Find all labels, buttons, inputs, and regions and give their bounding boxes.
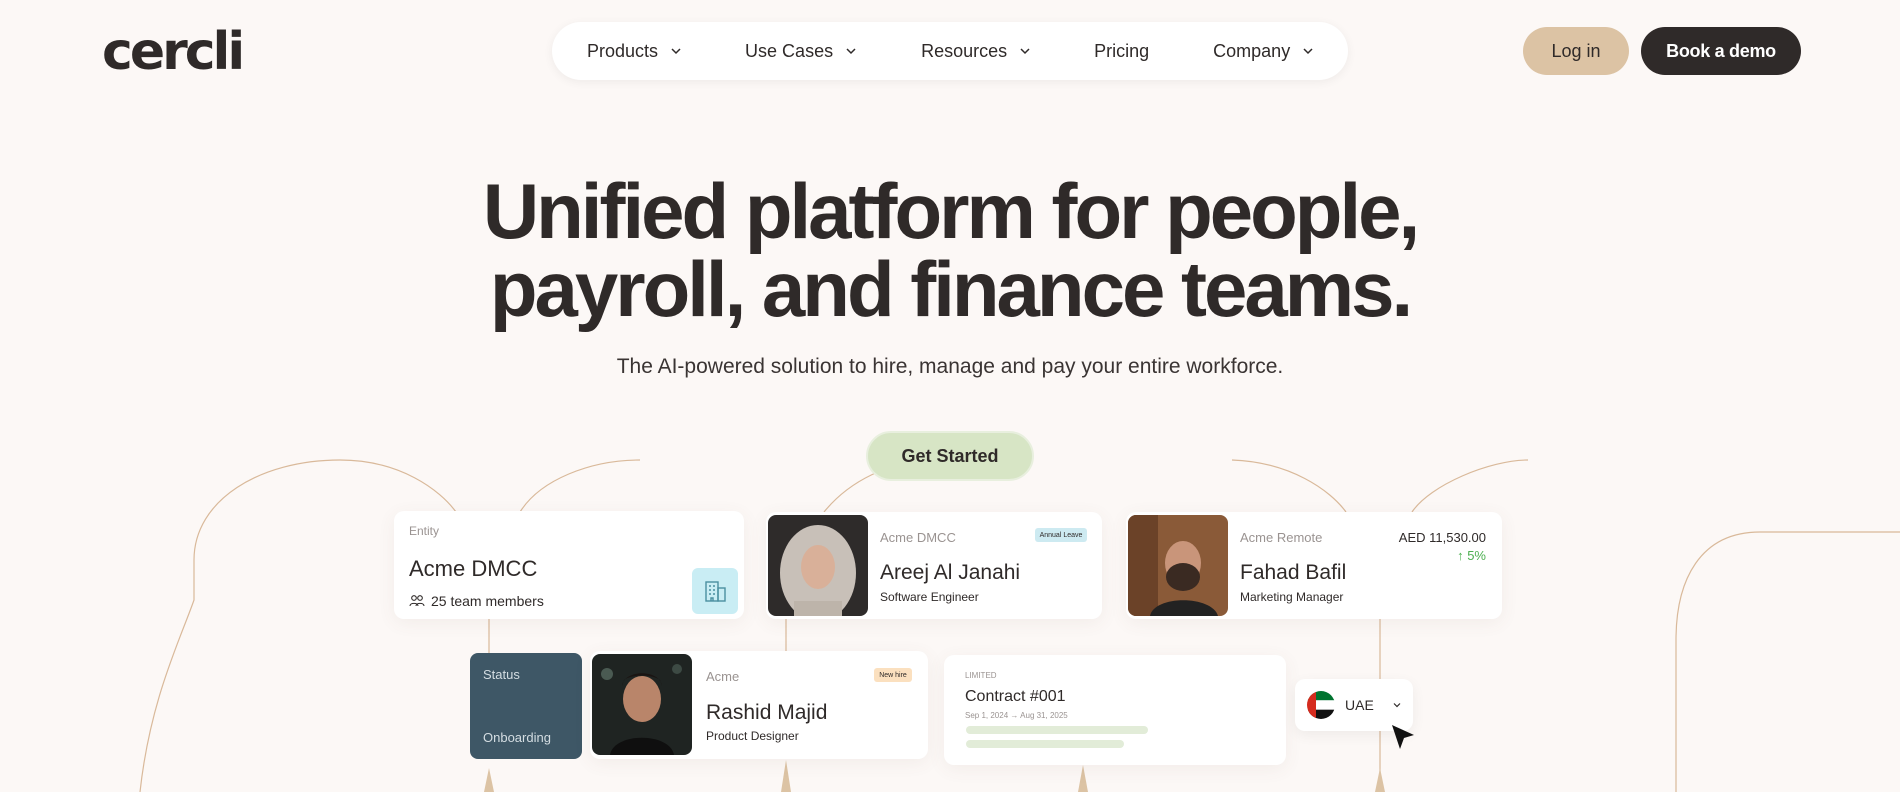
nav-item-label: Pricing bbox=[1094, 40, 1150, 61]
salary-amount: AED 11,530.00 bbox=[1398, 530, 1486, 545]
hero-title-line1: Unified platform for people, bbox=[482, 167, 1420, 255]
nav-item-use-cases[interactable]: Use Cases bbox=[745, 22, 858, 80]
nav-item-resources[interactable]: Resources bbox=[921, 22, 1032, 80]
contract-placeholder-bar bbox=[966, 740, 1124, 748]
salary-change: ↑ 5% bbox=[1457, 548, 1486, 563]
chevron-down-icon bbox=[1303, 48, 1313, 55]
status-card: Status Onboarding bbox=[470, 653, 582, 759]
building-icon bbox=[692, 568, 738, 614]
nav-item-products[interactable]: Products bbox=[587, 22, 683, 80]
book-demo-button[interactable]: Book a demo bbox=[1641, 27, 1801, 75]
entity-name: Acme DMCC bbox=[409, 556, 538, 581]
nav-item-pricing[interactable]: Pricing bbox=[1094, 22, 1149, 80]
annual-leave-badge: Annual Leave bbox=[1035, 528, 1087, 542]
employee-role: Software Engineer bbox=[880, 590, 979, 604]
employee-role: Marketing Manager bbox=[1240, 590, 1344, 604]
contract-card[interactable]: LIMITED Contract #001 Sep 1, 2024 → Aug … bbox=[944, 655, 1286, 765]
employee-name: Areej Al Janahi bbox=[880, 561, 1021, 584]
contract-dates: Sep 1, 2024 → Aug 31, 2025 bbox=[965, 711, 1068, 720]
employee-card-rashid[interactable]: Acme New hire Rashid Majid Product Desig… bbox=[590, 651, 928, 759]
login-button[interactable]: Log in bbox=[1523, 27, 1629, 75]
chevron-down-icon bbox=[846, 48, 856, 55]
employee-company: Acme Remote bbox=[1240, 530, 1323, 545]
cursor-icon bbox=[1392, 725, 1414, 749]
entity-label: Entity bbox=[409, 524, 440, 538]
entity-card: Entity Acme DMCC 25 team members bbox=[394, 511, 744, 619]
country-label: UAE bbox=[1345, 697, 1374, 713]
employee-company: Acme bbox=[706, 669, 740, 684]
get-started-button[interactable]: Get Started bbox=[866, 431, 1034, 481]
employee-photo bbox=[1128, 515, 1228, 616]
employee-card-fahad[interactable]: Acme Remote AED 11,530.00 ↑ 5% Fahad Baf… bbox=[1126, 512, 1502, 619]
nav-item-label: Products bbox=[587, 40, 659, 61]
chevron-down-icon bbox=[671, 48, 681, 55]
team-members-text: 25 team members bbox=[431, 593, 544, 609]
team-icon bbox=[409, 595, 425, 607]
team-members: 25 team members bbox=[409, 593, 544, 609]
nav-item-label: Company bbox=[1213, 40, 1291, 61]
employee-role: Product Designer bbox=[706, 729, 799, 743]
employee-name: Rashid Majid bbox=[706, 701, 828, 724]
hero-subtitle: The AI-powered solution to hire, manage … bbox=[616, 355, 1284, 378]
main-nav: Products Use Cases Resources Pricing Com… bbox=[552, 22, 1348, 80]
hero-title: Unified platform for people, payroll, an… bbox=[0, 172, 1900, 328]
chevron-down-icon bbox=[1020, 48, 1030, 55]
employee-company: Acme DMCC bbox=[880, 530, 956, 545]
nav-item-label: Use Cases bbox=[745, 40, 834, 61]
status-label: Status bbox=[483, 667, 520, 682]
status-value: Onboarding bbox=[483, 730, 551, 745]
employee-name: Fahad Bafil bbox=[1240, 561, 1347, 584]
new-hire-badge: New hire bbox=[874, 668, 912, 682]
employee-photo bbox=[592, 654, 692, 755]
hero-title-line2: payroll, and finance teams. bbox=[489, 245, 1413, 333]
contract-placeholder-bar bbox=[966, 726, 1148, 734]
employee-photo bbox=[768, 515, 868, 616]
chevron-down-icon bbox=[1393, 703, 1401, 708]
nav-item-label: Resources bbox=[921, 40, 1008, 61]
contract-type: LIMITED bbox=[965, 671, 997, 680]
nav-item-company[interactable]: Company bbox=[1213, 22, 1315, 80]
uae-flag-icon bbox=[1307, 691, 1335, 719]
logo[interactable]: cercli bbox=[102, 22, 245, 82]
employee-card-areej[interactable]: Acme DMCC Annual Leave Areej Al Janahi S… bbox=[766, 512, 1102, 619]
contract-title: Contract #001 bbox=[965, 688, 1066, 705]
